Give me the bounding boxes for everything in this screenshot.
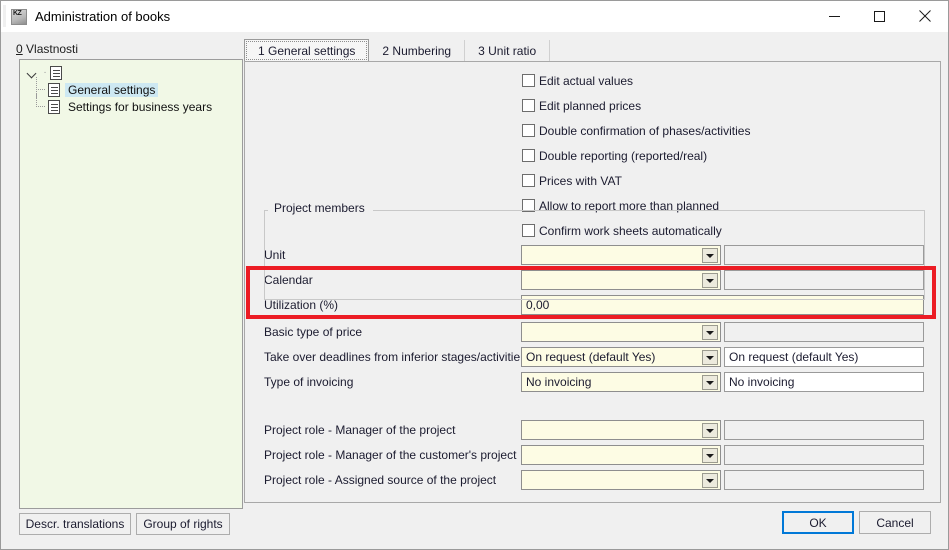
chevron-down-icon[interactable] [702,448,718,463]
checkbox-label: Double confirmation of phases/activities [539,124,750,138]
basic-type-of-price-combobox[interactable] [521,322,721,342]
field-label-project-role-assigned-source: Project role - Assigned source of the pr… [264,473,496,487]
field-row-project-role-assigned-source: Project role - Assigned source of the pr… [264,470,925,490]
sidebar-item-general-settings[interactable]: General settings [20,81,242,98]
project-role-assigned-source-combobox[interactable] [521,470,721,490]
tree-item-label: Settings for business years [65,100,215,114]
title-bar: Administration of books [1,1,948,32]
chevron-down-icon[interactable] [702,375,718,390]
take-over-deadlines-combobox[interactable]: On request (default Yes) [521,347,721,367]
project-role-assigned-source-readonly-field [724,470,924,490]
chevron-down-icon[interactable] [702,423,718,438]
field-label-type-of-invoicing: Type of invoicing [264,375,353,389]
left-panel-label-text: Vlastnosti [23,42,78,56]
tree-root-node[interactable]: · [20,64,242,81]
status-bar [2,544,947,549]
field-label-take-over-deadlines: Take over deadlines from inferior stages… [264,350,530,364]
tab-numbering[interactable]: 2 Numbering [369,40,465,62]
type-of-invoicing-readonly-value: No invoicing [725,375,794,389]
sidebar-item-business-years[interactable]: Settings for business years [20,98,242,115]
field-row-type-of-invoicing: Type of invoicing No invoicing No invoic… [264,372,925,392]
checkbox-row-double-reporting[interactable]: Double reporting (reported/real) [522,148,707,163]
type-of-invoicing-readonly-field: No invoicing [724,372,924,392]
close-icon [919,10,931,22]
project-members-title: Project members [271,201,368,215]
tab-strip: 1 General settings 2 Numbering 3 Unit ra… [244,39,941,62]
window-title: Administration of books [35,9,170,24]
window-edge-accent [3,5,6,27]
utilization-input-value: 0,00 [522,298,549,312]
field-row-basic-type-of-price: Basic type of price [264,322,925,342]
tree-branch-line [26,98,48,115]
maximize-button[interactable] [857,1,902,31]
project-role-manager-combobox[interactable] [521,420,721,440]
checkbox-label: Double reporting (reported/real) [539,149,707,163]
documents-icon [48,100,60,114]
left-panel-accelerator: 0 [16,42,23,56]
project-role-customer-manager-combobox[interactable] [521,445,721,465]
type-of-invoicing-combobox[interactable]: No invoicing [521,372,721,392]
checkbox-edit-actual-values[interactable] [522,74,535,87]
checkbox-double-confirmation[interactable] [522,124,535,137]
take-over-deadlines-value: On request (default Yes) [522,350,655,364]
field-label-basic-type-of-price: Basic type of price [264,325,362,339]
app-icon [11,9,27,25]
field-row-project-role-manager: Project role - Manager of the project [264,420,925,440]
tree-connector: · [40,66,50,80]
checkbox-label: Prices with VAT [539,174,622,188]
field-label-utilization: Utilization (%) [264,298,338,312]
window-controls [812,1,947,31]
checkbox-label: Edit actual values [539,74,633,88]
close-button[interactable] [902,1,947,31]
checkbox-edit-planned-prices[interactable] [522,99,535,112]
chevron-down-icon[interactable] [702,473,718,488]
chevron-down-icon[interactable] [702,350,718,365]
checkbox-prices-with-vat[interactable] [522,174,535,187]
document-icon [50,66,62,80]
properties-tree[interactable]: · General settings Settings for business… [19,59,243,509]
take-over-deadlines-readonly-value: On request (default Yes) [725,350,858,364]
project-role-manager-readonly-field [724,420,924,440]
left-panel-label: 0 Vlastnosti [16,42,78,56]
dialog-window: Administration of books 0 Vlastnosti [0,0,949,550]
field-label-project-role-manager: Project role - Manager of the project [264,423,455,437]
type-of-invoicing-value: No invoicing [522,375,591,389]
field-row-project-role-customer-manager: Project role - Manager of the customer's… [264,445,925,465]
cancel-button[interactable]: Cancel [859,511,931,534]
tree-item-label: General settings [65,83,158,97]
tree-branch-line [26,81,48,98]
checkbox-row-prices-with-vat[interactable]: Prices with VAT [522,173,622,188]
tab-general-settings[interactable]: 1 General settings [244,39,369,62]
checkbox-row-edit-actual-values[interactable]: Edit actual values [522,73,633,88]
checkbox-row-edit-planned-prices[interactable]: Edit planned prices [522,98,641,113]
checkbox-label: Edit planned prices [539,99,641,113]
basic-type-of-price-readonly-field [724,322,924,342]
maximize-icon [874,11,885,22]
field-row-take-over-deadlines: Take over deadlines from inferior stages… [264,347,925,367]
minimize-icon [829,11,840,22]
tab-unit-ratio[interactable]: 3 Unit ratio [465,40,550,62]
field-label-project-role-customer-manager: Project role - Manager of the customer's… [264,448,516,462]
document-icon [48,83,60,97]
checkbox-row-double-confirmation[interactable]: Double confirmation of phases/activities [522,123,750,138]
project-role-customer-manager-readonly-field [724,445,924,465]
ok-button[interactable]: OK [782,511,854,534]
tab-content-general-settings: Edit actual values Edit planned prices D… [244,61,941,503]
minimize-button[interactable] [812,1,857,31]
checkbox-double-reporting[interactable] [522,149,535,162]
chevron-down-icon[interactable] [702,325,718,340]
descr-translations-button[interactable]: Descr. translations [19,513,131,535]
take-over-deadlines-readonly-field: On request (default Yes) [724,347,924,367]
chevron-down-icon[interactable] [26,66,40,80]
group-of-rights-button[interactable]: Group of rights [136,513,230,535]
